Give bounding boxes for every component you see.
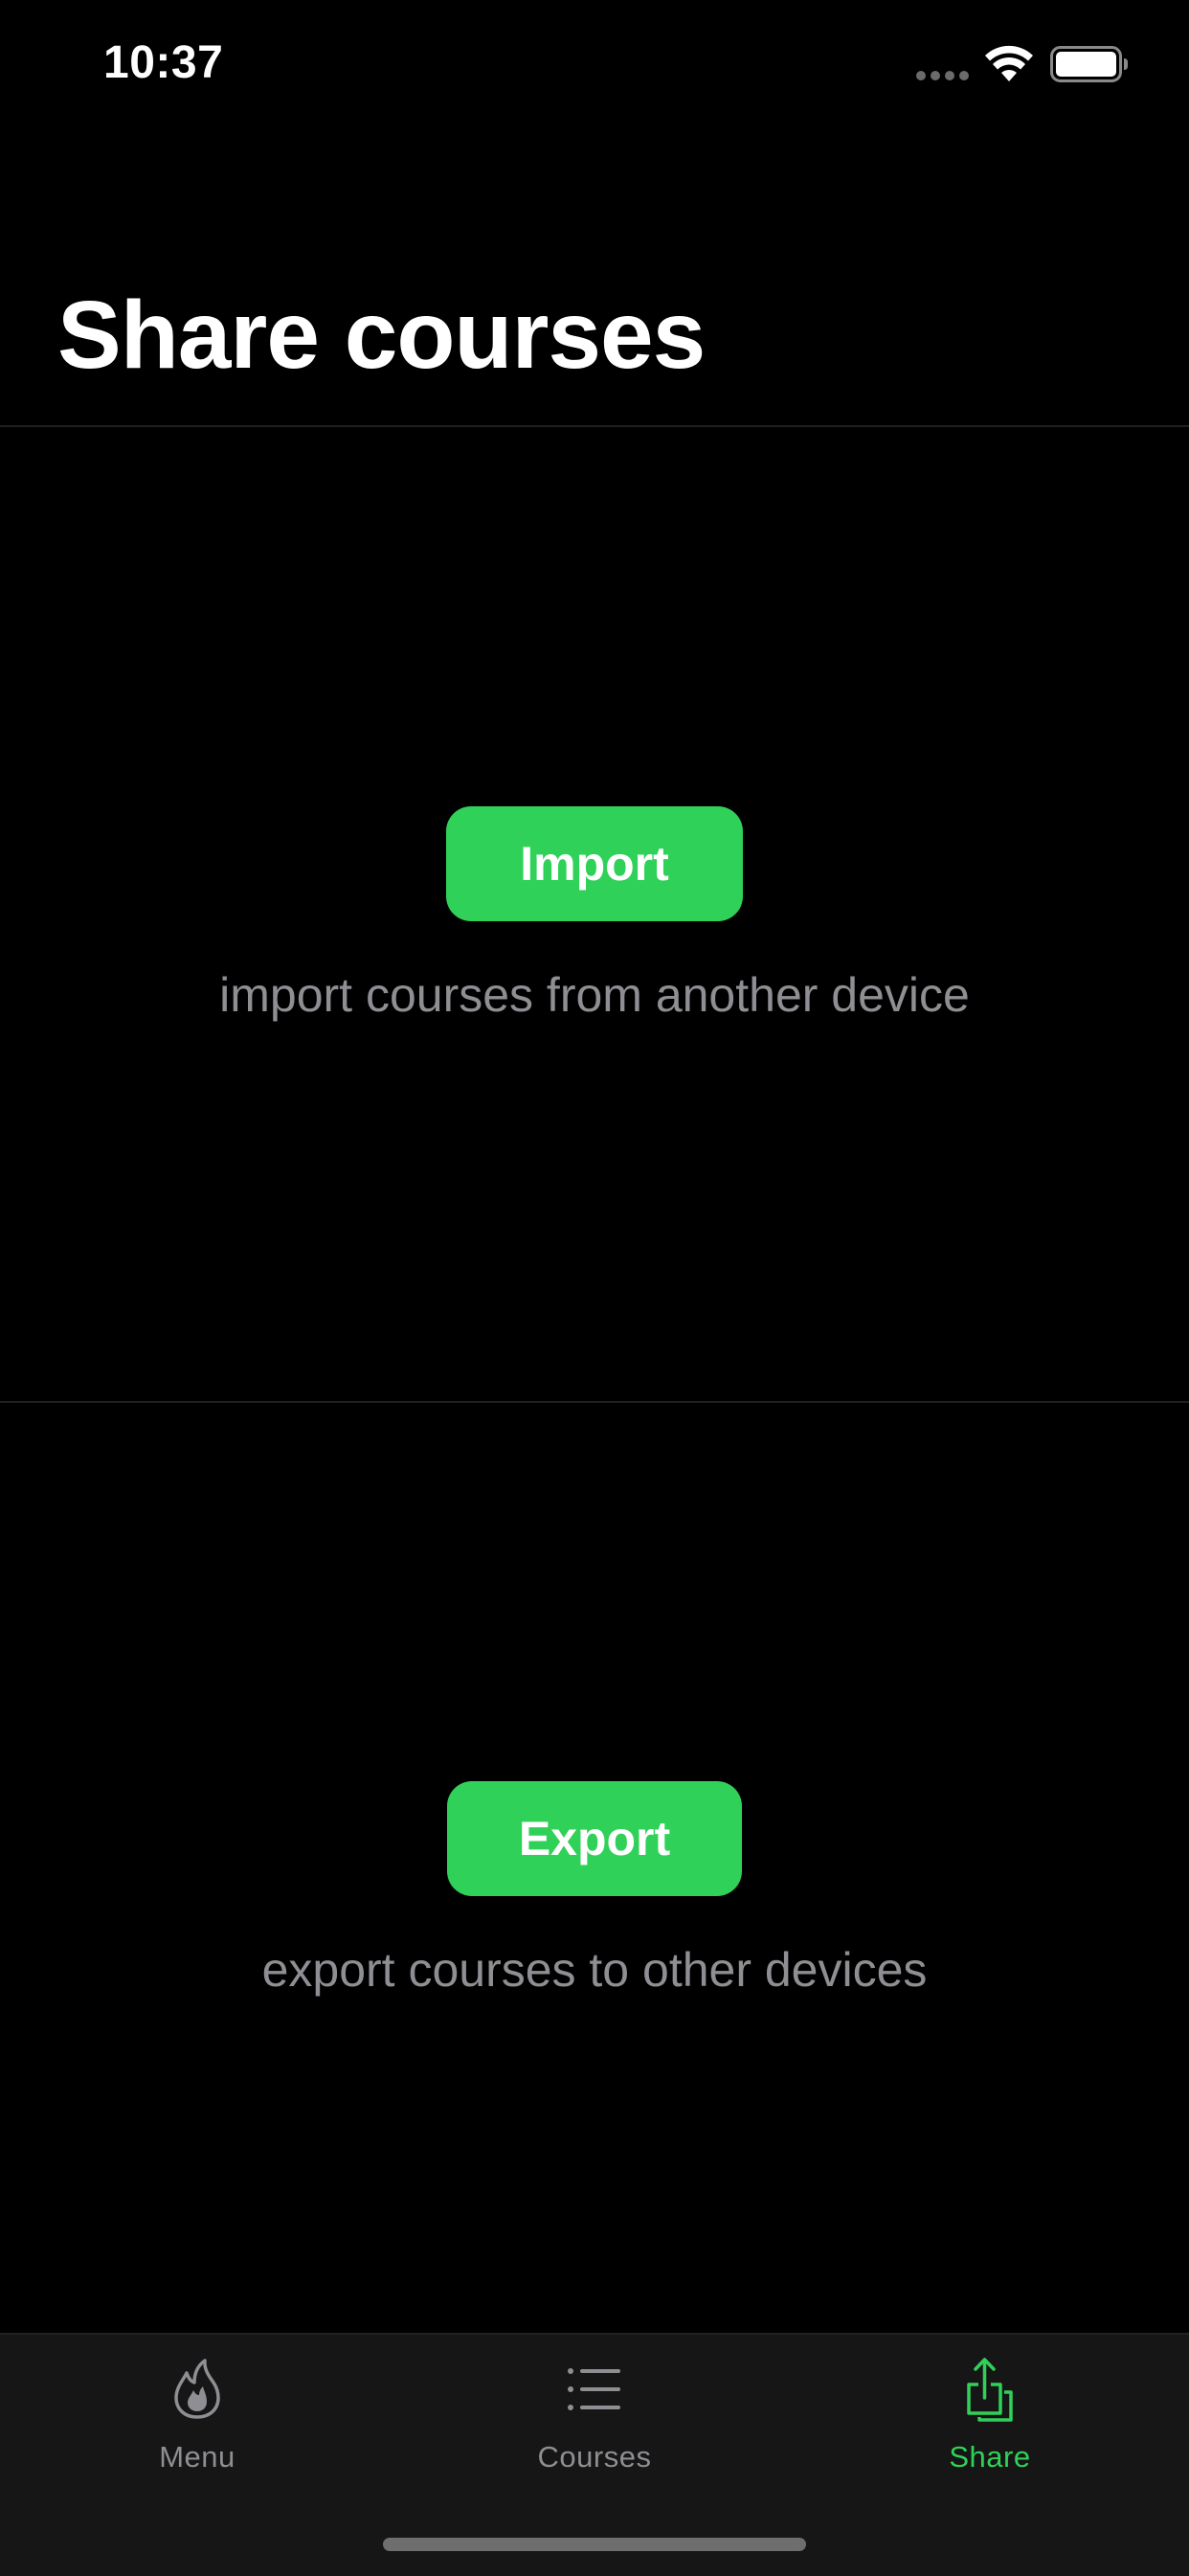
cellular-signal-icon [916, 71, 969, 80]
title-divider [0, 425, 1189, 427]
export-button[interactable]: Export [447, 1781, 742, 1896]
battery-icon [1050, 46, 1128, 82]
export-description: export courses to other devices [261, 1943, 928, 1997]
import-description: import courses from another device [219, 968, 970, 1022]
status-time: 10:37 [103, 37, 224, 88]
tab-menu-label: Menu [159, 2440, 236, 2474]
wifi-icon [985, 45, 1033, 81]
tab-courses-label: Courses [537, 2440, 652, 2474]
list-icon [568, 2368, 620, 2410]
tab-courses[interactable]: Courses [451, 2356, 738, 2499]
tab-menu[interactable]: Menu [54, 2356, 341, 2499]
page-title: Share courses [57, 282, 706, 389]
section-divider [0, 1401, 1189, 1403]
status-bar: 10:37 [0, 0, 1189, 134]
import-button[interactable]: Import [446, 806, 743, 921]
tab-share[interactable]: Share [846, 2356, 1133, 2499]
tab-share-label: Share [949, 2440, 1031, 2474]
share-icon [967, 2358, 1013, 2422]
flame-icon [174, 2359, 220, 2419]
home-indicator [383, 2538, 806, 2551]
